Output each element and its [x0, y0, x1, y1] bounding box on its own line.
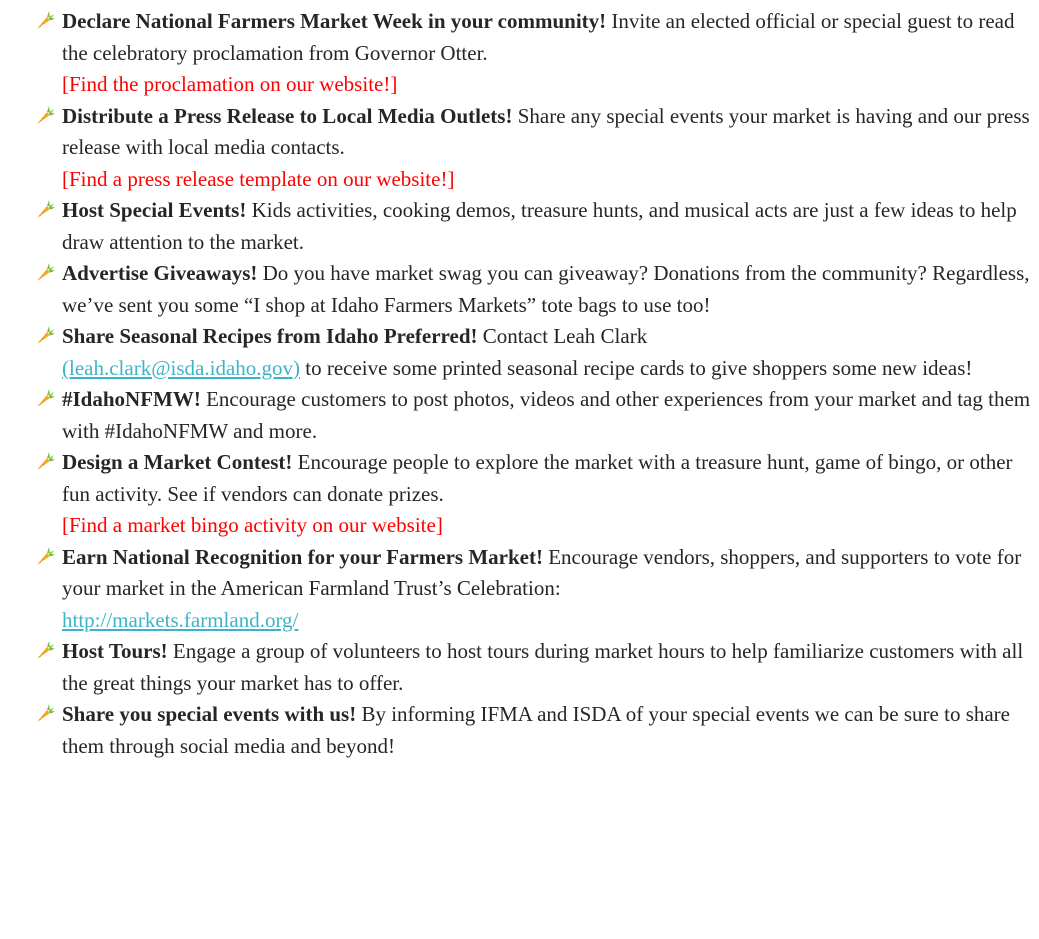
list-item: Distribute a Press Release to Local Medi…: [0, 101, 1039, 196]
market-week-ideas-list: Declare National Farmers Market Week in …: [0, 6, 1039, 762]
list-item: Earn National Recognition for your Farme…: [0, 542, 1039, 637]
list-item: Share Seasonal Recipes from Idaho Prefer…: [0, 321, 1039, 384]
list-item: Advertise Giveaways! Do you have market …: [0, 258, 1039, 321]
item-title: Design a Market Contest!: [62, 450, 293, 474]
email-link[interactable]: (leah.clark@isda.idaho.gov): [62, 356, 300, 380]
carrot-icon: [34, 261, 56, 283]
carrot-icon: [34, 198, 56, 220]
item-text: Encourage customers to post photos, vide…: [62, 387, 1031, 443]
website-note: [Find the proclamation on our website!]: [62, 72, 398, 96]
item-title: Host Tours!: [62, 639, 168, 663]
item-title: Share you special events with us!: [62, 702, 357, 726]
item-title: #IdahoNFMW!: [62, 387, 201, 411]
farmland-link[interactable]: http://markets.farmland.org/: [62, 608, 298, 632]
list-item: Host Special Events! Kids activities, co…: [0, 195, 1039, 258]
list-item: Design a Market Contest! Encourage peopl…: [0, 447, 1039, 542]
item-text: Contact Leah Clark: [482, 324, 648, 348]
carrot-icon: [34, 387, 56, 409]
list-item: Share you special events with us! By inf…: [0, 699, 1039, 762]
carrot-icon: [34, 450, 56, 472]
item-title: Host Special Events!: [62, 198, 247, 222]
website-note: [Find a press release template on our we…: [62, 166, 455, 191]
item-title: Share Seasonal Recipes from Idaho Prefer…: [62, 324, 478, 348]
carrot-icon: [34, 702, 56, 724]
carrot-icon: [34, 9, 56, 31]
list-item: #IdahoNFMW! Encourage customers to post …: [0, 384, 1039, 447]
carrot-icon: [34, 324, 56, 346]
carrot-icon: [34, 545, 56, 567]
carrot-icon: [34, 639, 56, 661]
list-item: Declare National Farmers Market Week in …: [0, 6, 1039, 101]
item-title: Declare National Farmers Market Week in …: [62, 9, 607, 33]
item-text: Engage a group of volunteers to host tou…: [62, 639, 1024, 695]
item-title: Earn National Recognition for your Farme…: [62, 544, 543, 569]
item-title: Advertise Giveaways!: [62, 261, 258, 285]
carrot-icon: [34, 104, 56, 126]
item-title: Distribute a Press Release to Local Medi…: [62, 103, 513, 128]
list-item: Host Tours! Engage a group of volunteers…: [0, 636, 1039, 699]
item-text-continued: to receive some printed seasonal recipe …: [305, 355, 973, 380]
website-note: [Find a market bingo activity on our web…: [62, 513, 443, 537]
